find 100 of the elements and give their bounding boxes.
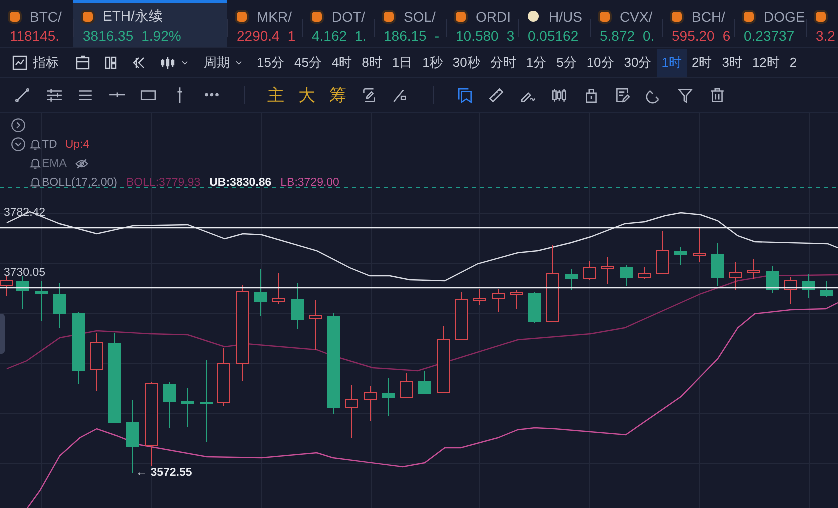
ticker-symbol: H/US bbox=[549, 8, 582, 24]
indicator-name[interactable]: TD bbox=[42, 138, 58, 150]
td-signal: Up:4 bbox=[65, 138, 90, 150]
indicator-name[interactable]: EMA bbox=[42, 158, 67, 170]
interval-tab[interactable]: 10分 bbox=[582, 48, 620, 76]
coin-icon bbox=[384, 12, 394, 22]
ticker-change: 1.92% bbox=[142, 28, 182, 44]
candlestick bbox=[820, 280, 834, 298]
interval-tab[interactable]: 30秒 bbox=[448, 48, 486, 76]
interval-tab[interactable]: 分时 bbox=[485, 48, 522, 76]
ticker-symbol: ORDI bbox=[476, 8, 511, 24]
side-panel-handle[interactable] bbox=[0, 314, 5, 354]
price-line[interactable] bbox=[0, 287, 838, 289]
ticker-price: 2290.4 bbox=[237, 28, 280, 44]
interval-tab[interactable]: 1秒 bbox=[418, 48, 448, 76]
sync-pencil-icon bbox=[360, 86, 378, 104]
candlestick bbox=[638, 266, 652, 280]
candlestick bbox=[748, 258, 760, 280]
ticker-tab[interactable]: 3.2 bbox=[806, 0, 838, 47]
ticker-price: 3816.35 bbox=[83, 28, 134, 44]
coin-icon bbox=[816, 12, 826, 22]
period-dropdown[interactable]: 周期 bbox=[196, 48, 252, 76]
coin-icon bbox=[456, 12, 466, 22]
ticker-price: 0.05162 bbox=[528, 28, 579, 44]
ticker-tab[interactable]: H/US 0.05162 bbox=[518, 0, 590, 47]
candlestick bbox=[164, 382, 176, 428]
coin-icon bbox=[10, 12, 20, 22]
candlestick bbox=[674, 246, 688, 266]
candlestick bbox=[400, 372, 414, 398]
ticker-price: 118145. bbox=[10, 28, 60, 44]
candlestick bbox=[456, 292, 468, 340]
candlestick bbox=[492, 288, 506, 312]
interval-tab[interactable]: 1日 bbox=[387, 48, 418, 76]
coin-icon bbox=[312, 12, 322, 22]
ticker-tab[interactable]: SOL/ 186.15 - bbox=[374, 0, 446, 47]
candlestick bbox=[474, 288, 486, 306]
ticker-tab[interactable]: BTC/ 118145. bbox=[0, 0, 73, 47]
candlestick bbox=[16, 276, 30, 310]
interval-tab[interactable]: 1时 bbox=[656, 48, 687, 76]
text-tool-button[interactable]: 主 bbox=[260, 82, 292, 108]
ticker-change: 3 bbox=[506, 28, 515, 44]
interval-tab[interactable]: 4时 bbox=[326, 48, 358, 76]
bell-icon bbox=[29, 138, 42, 151]
interval-tab[interactable]: 12时 bbox=[747, 48, 785, 76]
price-line[interactable] bbox=[0, 227, 838, 229]
candlestick bbox=[346, 384, 358, 438]
ticker-symbol: BCH/ bbox=[692, 8, 726, 24]
interval-tab[interactable]: 15分 bbox=[252, 48, 290, 76]
interval-tab[interactable]: 5分 bbox=[552, 48, 582, 76]
ticker-tab[interactable]: DOGE 0.23737 bbox=[734, 0, 806, 47]
candlestick bbox=[712, 242, 724, 286]
candlestick bbox=[802, 274, 816, 298]
ticker-price: 4.162 bbox=[312, 28, 348, 44]
indicator-name[interactable]: BOLL(17,2.00) bbox=[42, 176, 118, 188]
bell-icon bbox=[29, 157, 42, 170]
candlestick bbox=[602, 256, 614, 284]
ticker-symbol: DOGE bbox=[764, 8, 806, 24]
ticker-price: 5.872 bbox=[600, 28, 636, 44]
interval-tab[interactable]: 1分 bbox=[521, 48, 552, 76]
eye-off-icon bbox=[74, 156, 89, 170]
interval-tab[interactable]: 2 bbox=[784, 48, 802, 76]
candlestick bbox=[182, 388, 194, 428]
ticker-symbol: DOT/ bbox=[332, 8, 366, 24]
candlestick bbox=[218, 348, 230, 406]
interval-tab[interactable]: 30分 bbox=[619, 48, 657, 76]
interval-tab[interactable]: 3时 bbox=[717, 48, 748, 76]
interval-tab[interactable]: 45分 bbox=[289, 48, 327, 76]
ticker-change: 0. bbox=[643, 28, 655, 44]
interval-tab[interactable]: 2时 bbox=[686, 48, 718, 76]
candlestick bbox=[510, 290, 524, 310]
candlesticks-icon bbox=[551, 86, 568, 104]
ticker-tab[interactable]: BCH/ 595.20 6 bbox=[662, 0, 734, 47]
ticker-tab[interactable]: ETH/永续 3816.35 1.92% bbox=[73, 0, 227, 47]
coin-icon bbox=[672, 12, 682, 22]
indicator-button[interactable]: 指标 bbox=[12, 48, 59, 76]
ticker-tab[interactable]: ORDI 10.580 3 bbox=[446, 0, 518, 47]
candlestick bbox=[528, 292, 542, 324]
interval-tab[interactable]: 8时 bbox=[357, 48, 388, 76]
candlestick bbox=[656, 230, 670, 274]
text-tool-button[interactable]: 大 bbox=[292, 82, 322, 108]
trend-line-icon bbox=[14, 86, 32, 104]
layout-grid-icon bbox=[103, 54, 119, 70]
candlestick bbox=[364, 386, 378, 422]
ticker-tab[interactable]: MKR/ 2290.4 1 bbox=[227, 0, 302, 47]
ticker-change: 6 bbox=[722, 28, 731, 44]
window-icon bbox=[75, 54, 91, 70]
candlestick bbox=[784, 276, 798, 304]
ticker-symbol: BTC/ bbox=[30, 8, 62, 24]
price-line-label: 3730.05 bbox=[4, 267, 46, 279]
candlesticks-icon bbox=[159, 54, 177, 70]
candlestick bbox=[766, 266, 780, 294]
ruler-icon bbox=[488, 86, 506, 104]
ticker-tab[interactable]: DOT/ 4.162 1. bbox=[302, 0, 374, 47]
candlestick bbox=[382, 378, 396, 416]
low-price-label: ← 3572.55 bbox=[136, 467, 192, 479]
ticker-symbol: ETH/永续 bbox=[103, 8, 163, 26]
ticker-tab[interactable]: CVX/ 5.872 0. bbox=[590, 0, 662, 47]
ticker-symbol: MKR/ bbox=[257, 8, 292, 24]
text-tool-button[interactable]: 筹 bbox=[322, 82, 354, 108]
ticker-change: - bbox=[434, 28, 440, 44]
